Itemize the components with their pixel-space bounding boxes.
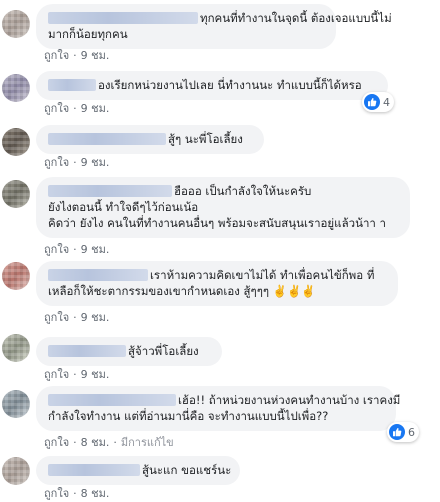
comment-bubble: ฮือออ เป็นกำลังใจให้นะครับ ยังไงตอนนี้ ท…	[36, 177, 410, 238]
avatar[interactable]	[2, 74, 30, 102]
reaction-count: 4	[383, 95, 390, 109]
comment-bubble: เฮ้อ!! ถ้าหน่วยงานห่วงคนทำงานบ้าง เราคงม…	[36, 386, 400, 431]
avatar[interactable]	[2, 10, 30, 38]
comment-text-line: เหลือก็ให้ชะตากรรมของเขากำหนดเอง สู้ๆๆๆ …	[48, 284, 316, 298]
like-link[interactable]: ถูกใจ	[44, 49, 69, 62]
comment-meta: ถูกใจ · 9 ชม.	[44, 311, 110, 324]
comment-text-line: เราห้ามความคิดเขาไม่ได้ ทำเพื่อคนไข้ก็พอ…	[150, 268, 375, 282]
comment-text-line: คิดว่า ยังไง คนในที่ทำงานคนอื่นๆ พร้อมจะ…	[48, 216, 386, 230]
comment-time[interactable]: 9 ชม.	[81, 243, 110, 256]
like-link[interactable]: ถูกใจ	[44, 311, 69, 324]
comment-time[interactable]: 9 ชม.	[81, 311, 110, 324]
like-link[interactable]: ถูกใจ	[44, 156, 69, 169]
edited-label[interactable]: มีการแก้ไข	[121, 436, 174, 449]
avatar[interactable]	[2, 457, 30, 485]
reaction-count: 6	[408, 425, 415, 439]
like-link[interactable]: ถูกใจ	[44, 243, 69, 256]
thumbs-up-icon	[364, 94, 380, 110]
redacted-name	[48, 133, 166, 145]
comment-bubble: เราห้ามความคิดเขาไม่ได้ ทำเพื่อคนไข้ก็พอ…	[36, 261, 398, 306]
comment-time[interactable]: 8 ชม.	[81, 487, 110, 500]
comment-text-line: ยังไงตอนนี้ ทำใจดีๆไว้ก่อนเน้อ	[48, 200, 199, 214]
comment-bubble: สู้จ้าวพี่โอเลี้ยง	[36, 337, 222, 366]
comment-text-line: องเรียกหน่วยงานไปเลย นี่ทำงานนะ ทำแบบนี้…	[98, 78, 362, 92]
comment-text-line: สู้จ้าวพี่โอเลี้ยง	[128, 344, 199, 358]
redacted-name	[48, 12, 198, 24]
like-link[interactable]: ถูกใจ	[44, 102, 69, 115]
redacted-name	[48, 185, 172, 197]
comment-meta: ถูกใจ · 9 ชม.	[44, 49, 110, 62]
comment-text-line: ฮือออ เป็นกำลังใจให้นะครับ	[174, 184, 312, 198]
avatar[interactable]	[2, 262, 30, 290]
redacted-name	[48, 79, 96, 91]
like-link[interactable]: ถูกใจ	[44, 487, 69, 500]
comment-time[interactable]: 9 ชม.	[81, 156, 110, 169]
comment-time[interactable]: 9 ชม.	[81, 368, 110, 381]
comment-meta: ถูกใจ · 9 ชม.	[44, 243, 110, 256]
avatar[interactable]	[2, 334, 30, 362]
redacted-name	[48, 394, 176, 406]
comment-bubble: องเรียกหน่วยงานไปเลย นี่ทำงานนะ ทำแบบนี้…	[36, 71, 388, 100]
reaction-badge[interactable]: 4	[362, 92, 394, 112]
comment-text-line: มากก็น้อยทุกคน	[48, 27, 128, 41]
redacted-name	[48, 345, 126, 357]
comment-meta: ถูกใจ · 9 ชม.	[44, 102, 110, 115]
redacted-name	[48, 464, 140, 476]
thumbs-up-icon	[389, 424, 405, 440]
comment-time[interactable]: 9 ชม.	[81, 102, 110, 115]
comment-time[interactable]: 8 ชม.	[81, 436, 110, 449]
comment-text-line: กำลังใจทำงาน แต่ที่อ่านมานี่คือ จะทำงานแ…	[48, 409, 329, 423]
like-link[interactable]: ถูกใจ	[44, 368, 69, 381]
comment-text-line: เฮ้อ!! ถ้าหน่วยงานห่วงคนทำงานบ้าง เราคงม…	[178, 393, 401, 407]
avatar[interactable]	[2, 180, 30, 208]
comment-meta: ถูกใจ · 8 ชม.	[44, 487, 110, 500]
comment-bubble: ทุกคนที่ทำงานในจุดนี้ ต้องเจอแบบนี้ไม่ ม…	[36, 4, 392, 49]
like-link[interactable]: ถูกใจ	[44, 436, 69, 449]
comment-bubble: สู้นะแก ขอแชร์นะ	[36, 456, 240, 485]
comment-text-line: สู้นะแก ขอแชร์นะ	[142, 463, 232, 477]
avatar[interactable]	[2, 390, 30, 418]
comment-meta: ถูกใจ · 9 ชม.	[44, 368, 110, 381]
reaction-badge[interactable]: 6	[387, 422, 419, 442]
comment-bubble: สู้ๆ นะพี่โอเลี้ยง	[36, 125, 264, 154]
comment-meta: ถูกใจ · 8 ชม. · มีการแก้ไข	[44, 436, 174, 449]
avatar[interactable]	[2, 128, 30, 156]
redacted-name	[48, 269, 148, 281]
comment-text-line: ทุกคนที่ทำงานในจุดนี้ ต้องเจอแบบนี้ไม่	[200, 11, 392, 25]
comment-meta: ถูกใจ · 9 ชม.	[44, 156, 110, 169]
comment-text-line: สู้ๆ นะพี่โอเลี้ยง	[168, 132, 243, 146]
comment-time[interactable]: 9 ชม.	[81, 49, 110, 62]
